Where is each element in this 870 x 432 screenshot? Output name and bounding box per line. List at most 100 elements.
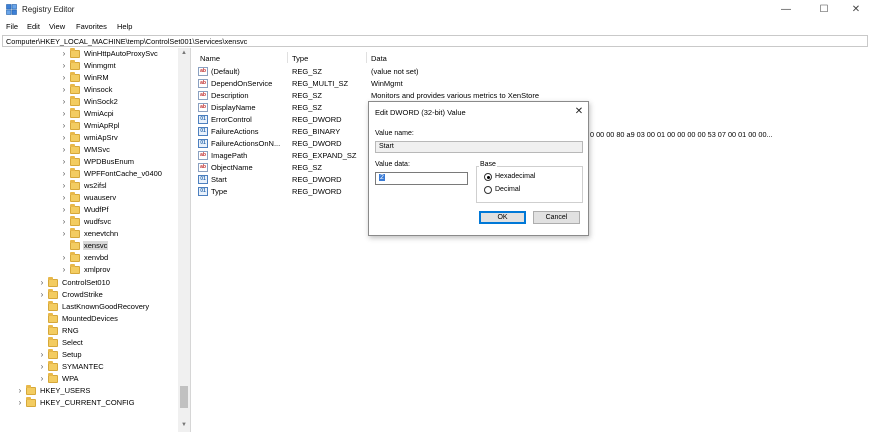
- maximize-button[interactable]: ☐: [810, 2, 838, 18]
- chevron-right-icon[interactable]: ›: [60, 229, 68, 239]
- chevron-right-icon[interactable]: ›: [60, 97, 68, 107]
- chevron-right-icon[interactable]: ›: [38, 290, 46, 300]
- folder-icon: [70, 192, 80, 202]
- string-value-icon: ab: [198, 103, 208, 112]
- tree-scrollbar[interactable]: ▲ ▼: [178, 48, 190, 432]
- chevron-right-icon[interactable]: ›: [60, 217, 68, 227]
- chevron-right-icon[interactable]: ›: [60, 61, 68, 71]
- dialog-close-icon[interactable]: ✕: [572, 105, 586, 119]
- folder-icon: [48, 277, 58, 287]
- title-bar: Registry Editor — ☐ ✕: [0, 0, 870, 20]
- folder-icon: [70, 120, 80, 130]
- folder-icon: [48, 289, 58, 299]
- folder-icon: [48, 301, 58, 311]
- menu-edit[interactable]: Edit: [27, 22, 40, 31]
- address-bar[interactable]: Computer\HKEY_LOCAL_MACHINE\temp\Control…: [2, 35, 868, 47]
- chevron-right-icon[interactable]: ›: [38, 350, 46, 360]
- radio-decimal-label[interactable]: Decimal: [495, 186, 520, 193]
- menu-help[interactable]: Help: [117, 22, 132, 31]
- folder-icon: [48, 337, 58, 347]
- column-header-name[interactable]: Name: [200, 54, 220, 63]
- folder-icon: [48, 349, 58, 359]
- folder-icon: [70, 144, 80, 154]
- chevron-right-icon[interactable]: ›: [60, 73, 68, 83]
- chevron-right-icon[interactable]: ›: [38, 362, 46, 372]
- folder-icon: [70, 240, 80, 250]
- base-groupbox: [476, 166, 583, 203]
- folder-icon: [70, 204, 80, 214]
- chevron-right-icon[interactable]: ›: [60, 193, 68, 203]
- string-value-icon: ab: [198, 79, 208, 88]
- chevron-right-icon[interactable]: ›: [60, 157, 68, 167]
- chevron-right-icon[interactable]: ›: [60, 49, 68, 59]
- base-label: Base: [479, 161, 497, 168]
- chevron-right-icon[interactable]: ›: [60, 109, 68, 119]
- chevron-right-icon[interactable]: ›: [60, 121, 68, 131]
- string-value-icon: ab: [198, 151, 208, 160]
- binary-value-icon: 01: [198, 127, 208, 136]
- registry-tree[interactable]: › WinHttpAutoProxySvc › Winmgmt › WinRM › Wi…: [2, 48, 191, 432]
- column-divider[interactable]: [287, 52, 288, 63]
- value-name-field: Start: [375, 141, 583, 153]
- scrollbar-thumb[interactable]: [180, 386, 188, 408]
- scroll-down-icon[interactable]: ▼: [178, 420, 190, 430]
- chevron-right-icon[interactable]: ›: [60, 181, 68, 191]
- column-header-data[interactable]: Data: [371, 54, 387, 63]
- menu-view[interactable]: View: [49, 22, 65, 31]
- window-title: Registry Editor: [22, 5, 75, 14]
- folder-icon: [70, 168, 80, 178]
- folder-icon: [70, 252, 80, 262]
- chevron-right-icon[interactable]: ›: [60, 205, 68, 215]
- ok-button[interactable]: OK: [479, 211, 526, 224]
- chevron-right-icon[interactable]: ›: [16, 386, 24, 396]
- chevron-right-icon[interactable]: ›: [60, 145, 68, 155]
- value-name-text: Start: [379, 143, 394, 150]
- folder-icon: [26, 385, 36, 395]
- cancel-button[interactable]: Cancel: [533, 211, 580, 224]
- chevron-right-icon[interactable]: ›: [60, 265, 68, 275]
- chevron-right-icon[interactable]: ›: [16, 398, 24, 408]
- chevron-right-icon[interactable]: ›: [60, 169, 68, 179]
- folder-icon: [70, 48, 80, 58]
- address-path: Computer\HKEY_LOCAL_MACHINE\temp\Control…: [6, 37, 248, 46]
- chevron-right-icon[interactable]: ›: [38, 374, 46, 384]
- failure-actions-data: 0 00 00 80 a9 03 00 01 00 00 00 00 53 07…: [590, 130, 773, 139]
- folder-icon: [70, 84, 80, 94]
- close-button[interactable]: ✕: [842, 2, 870, 18]
- folder-icon: [48, 325, 58, 335]
- menu-favorites[interactable]: Favorites: [76, 22, 107, 31]
- menu-file[interactable]: File: [6, 22, 18, 31]
- folder-icon: [48, 373, 58, 383]
- edit-dword-dialog: Edit DWORD (32-bit) Value ✕ Value name: …: [368, 101, 589, 236]
- menu-bar: File Edit View Favorites Help: [0, 20, 870, 34]
- registry-editor-icon: [6, 4, 17, 15]
- dialog-title: Edit DWORD (32-bit) Value: [375, 108, 466, 117]
- binary-value-icon: 01: [198, 139, 208, 148]
- minimize-button[interactable]: —: [772, 2, 800, 18]
- chevron-right-icon[interactable]: ›: [60, 253, 68, 263]
- string-value-icon: ab: [198, 67, 208, 76]
- folder-icon: [70, 264, 80, 274]
- folder-icon: [70, 72, 80, 82]
- value-row[interactable]: ab DependOnService REG_MULTI_SZ WinMgmt: [195, 78, 855, 90]
- folder-icon: [48, 361, 58, 371]
- value-row[interactable]: ab (Default) REG_SZ (value not set): [195, 66, 855, 78]
- folder-icon: [70, 108, 80, 118]
- chevron-right-icon[interactable]: ›: [38, 278, 46, 288]
- chevron-right-icon[interactable]: ›: [60, 85, 68, 95]
- string-value-icon: ab: [198, 91, 208, 100]
- binary-value-icon: 01: [198, 175, 208, 184]
- value-data-input[interactable]: 2: [375, 172, 468, 185]
- radio-hexadecimal[interactable]: [484, 173, 492, 181]
- folder-icon: [48, 313, 58, 323]
- value-data-label: Value data:: [375, 161, 410, 168]
- scroll-up-icon[interactable]: ▲: [178, 48, 190, 58]
- folder-icon: [70, 228, 80, 238]
- value-name-label: Value name:: [375, 130, 414, 137]
- column-header-type[interactable]: Type: [292, 54, 308, 63]
- radio-hexadecimal-label[interactable]: Hexadecimal: [495, 173, 535, 180]
- column-divider[interactable]: [366, 52, 367, 63]
- radio-decimal[interactable]: [484, 186, 492, 194]
- chevron-right-icon[interactable]: ›: [60, 133, 68, 143]
- folder-icon: [70, 156, 80, 166]
